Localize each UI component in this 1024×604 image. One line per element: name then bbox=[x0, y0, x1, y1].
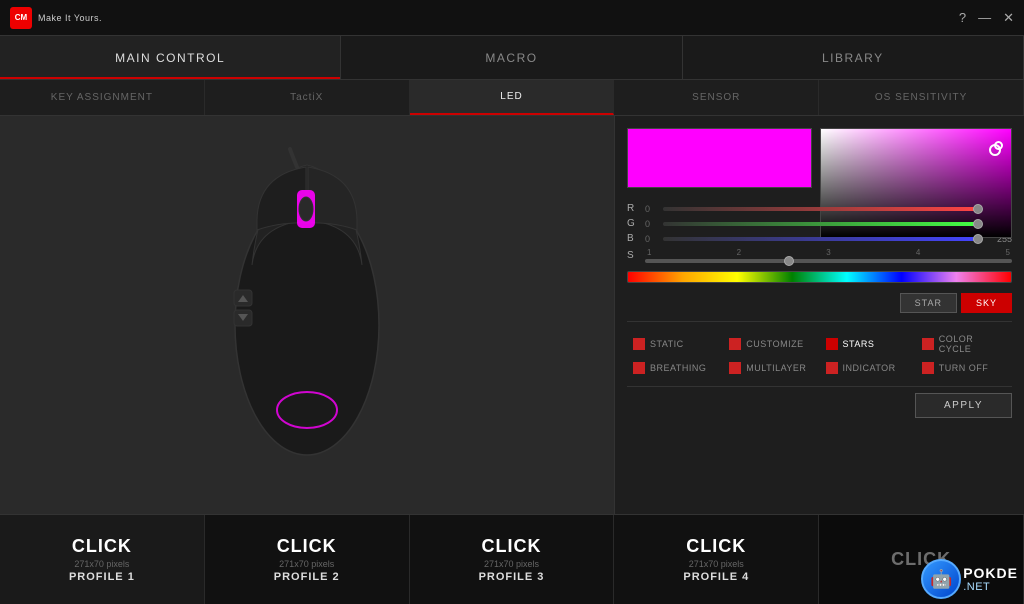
effect-multilayer-dot bbox=[729, 362, 741, 374]
mouse-image bbox=[202, 145, 412, 485]
effect-indicator-label: INDICATOR bbox=[843, 363, 896, 373]
pokde-branding: 🤖 POKDE .NET bbox=[921, 559, 1018, 599]
profile-bar: CLICK 271x70 pixels PROFILE 1 CLICK 271x… bbox=[0, 514, 1024, 604]
profile-item-4[interactable]: CLICK 271x70 pixels PROFILE 4 bbox=[614, 515, 819, 604]
logo-tagline: Make It Yours. bbox=[38, 13, 102, 23]
pokde-net: .NET bbox=[963, 581, 1018, 593]
red-label: R bbox=[627, 203, 639, 214]
profile-2-pixels: 271x70 pixels bbox=[279, 559, 334, 569]
speed-slider-container: 1 2 3 4 5 bbox=[645, 248, 1012, 263]
subtab-sensor[interactable]: SENSOR bbox=[614, 80, 819, 115]
effect-customize[interactable]: CUSTOMIZE bbox=[723, 330, 819, 358]
effect-stars-label: STARS bbox=[843, 339, 875, 349]
effect-turn-off[interactable]: TURN OFF bbox=[916, 358, 1012, 378]
apply-area: APPLY bbox=[627, 386, 1012, 418]
effect-multilayer[interactable]: MULTILAYER bbox=[723, 358, 819, 378]
tab-macro[interactable]: MACRO bbox=[341, 36, 682, 79]
effect-multilayer-label: MULTILAYER bbox=[746, 363, 806, 373]
color-preview bbox=[627, 128, 812, 188]
tab-library[interactable]: LIBRARY bbox=[683, 36, 1024, 79]
effect-customize-dot bbox=[729, 338, 741, 350]
main-content-area: R 0 255 G 0 255 B 0 bbox=[0, 116, 1024, 514]
mouse-preview-panel bbox=[0, 116, 615, 514]
effect-stars-dot bbox=[826, 338, 838, 350]
profile-1-pixels: 271x70 pixels bbox=[74, 559, 129, 569]
green-slider-track[interactable] bbox=[663, 222, 978, 226]
sub-navigation: KEY ASSIGNMENT TactiX LED SENSOR OS SENS… bbox=[0, 80, 1024, 116]
effect-turn-off-dot bbox=[922, 362, 934, 374]
effect-indicator[interactable]: INDICATOR bbox=[820, 358, 916, 378]
apply-button[interactable]: APPLY bbox=[915, 393, 1012, 418]
star-mode-button[interactable]: STAR bbox=[900, 293, 957, 313]
titlebar: CM Make It Yours. ? — ✕ bbox=[0, 0, 1024, 36]
green-label: G bbox=[627, 218, 639, 229]
speed-label: S bbox=[627, 250, 639, 261]
color-top-row bbox=[627, 128, 1012, 193]
mode-buttons-row: STAR SKY bbox=[627, 293, 1012, 313]
profile-2-name: PROFILE 2 bbox=[274, 571, 340, 583]
profile-4-name: PROFILE 4 bbox=[683, 571, 749, 583]
red-slider-track[interactable] bbox=[663, 207, 978, 211]
profile-4-click: CLICK bbox=[686, 536, 746, 557]
led-control-panel: R 0 255 G 0 255 B 0 bbox=[615, 116, 1024, 514]
effect-turn-off-label: TURN OFF bbox=[939, 363, 989, 373]
effect-stars[interactable]: STARS bbox=[820, 330, 916, 358]
pokde-label: POKDE bbox=[963, 565, 1018, 581]
profile-item-3[interactable]: CLICK 271x70 pixels PROFILE 3 bbox=[410, 515, 615, 604]
green-min: 0 bbox=[645, 219, 657, 229]
green-slider-thumb[interactable] bbox=[973, 219, 983, 229]
effect-static-label: STATIC bbox=[650, 339, 684, 349]
subtab-key-assignment[interactable]: KEY ASSIGNMENT bbox=[0, 80, 205, 115]
effect-color-cycle-dot bbox=[922, 338, 934, 350]
effect-static[interactable]: STATIC bbox=[627, 330, 723, 358]
blue-label: B bbox=[627, 233, 639, 244]
blue-slider-thumb[interactable] bbox=[973, 234, 983, 244]
effect-static-dot bbox=[633, 338, 645, 350]
sky-mode-button[interactable]: SKY bbox=[961, 293, 1012, 313]
blue-slider-track[interactable] bbox=[663, 237, 978, 241]
profile-3-name: PROFILE 3 bbox=[479, 571, 545, 583]
close-button[interactable]: ✕ bbox=[1003, 10, 1014, 26]
speed-slider-row: S 1 2 3 4 5 bbox=[627, 248, 1012, 263]
subtab-led[interactable]: LED bbox=[410, 80, 615, 115]
profile-item-2[interactable]: CLICK 271x70 pixels PROFILE 2 bbox=[205, 515, 410, 604]
profile-2-click: CLICK bbox=[277, 536, 337, 557]
speed-slider-track[interactable] bbox=[645, 259, 1012, 263]
profile-3-pixels: 271x70 pixels bbox=[484, 559, 539, 569]
profile-1-name: PROFILE 1 bbox=[69, 571, 135, 583]
pokde-icon: 🤖 bbox=[930, 569, 952, 590]
profile-item-5[interactable]: CLICK 🤖 POKDE .NET bbox=[819, 515, 1024, 604]
top-navigation: MAIN CONTROL MACRO LIBRARY bbox=[0, 36, 1024, 80]
profile-4-pixels: 271x70 pixels bbox=[689, 559, 744, 569]
profile-1-click: CLICK bbox=[72, 536, 132, 557]
subtab-os-sensitivity[interactable]: OS SENSITIVITY bbox=[819, 80, 1024, 115]
pokde-avatar: 🤖 bbox=[921, 559, 961, 599]
effect-indicator-dot bbox=[826, 362, 838, 374]
effect-color-cycle[interactable]: COLOR CYCLE bbox=[916, 330, 1012, 358]
help-button[interactable]: ? bbox=[959, 10, 966, 25]
tab-main-control[interactable]: MAIN CONTROL bbox=[0, 36, 341, 79]
effect-breathing[interactable]: BREATHING bbox=[627, 358, 723, 378]
pokde-text-block: POKDE .NET bbox=[963, 565, 1018, 593]
app-logo: CM Make It Yours. bbox=[10, 7, 102, 29]
minimize-button[interactable]: — bbox=[978, 10, 991, 25]
color-picker-handle bbox=[994, 141, 1003, 150]
blue-min: 0 bbox=[645, 234, 657, 244]
red-slider-thumb[interactable] bbox=[973, 204, 983, 214]
window-controls: ? — ✕ bbox=[959, 10, 1014, 26]
speed-numbers: 1 2 3 4 5 bbox=[645, 248, 1012, 257]
logo-icon: CM bbox=[10, 7, 32, 29]
effects-grid: STATIC CUSTOMIZE STARS COLOR CYCLE BREAT… bbox=[627, 321, 1012, 378]
speed-slider-thumb[interactable] bbox=[784, 256, 794, 266]
profile-item-1[interactable]: CLICK 271x70 pixels PROFILE 1 bbox=[0, 515, 205, 604]
effect-breathing-dot bbox=[633, 362, 645, 374]
effect-color-cycle-label: COLOR CYCLE bbox=[939, 334, 1006, 354]
profile-3-click: CLICK bbox=[481, 536, 541, 557]
rainbow-color-bar[interactable] bbox=[627, 271, 1012, 283]
effect-breathing-label: BREATHING bbox=[650, 363, 706, 373]
effect-customize-label: CUSTOMIZE bbox=[746, 339, 803, 349]
red-min: 0 bbox=[645, 204, 657, 214]
subtab-tactix[interactable]: TactiX bbox=[205, 80, 410, 115]
